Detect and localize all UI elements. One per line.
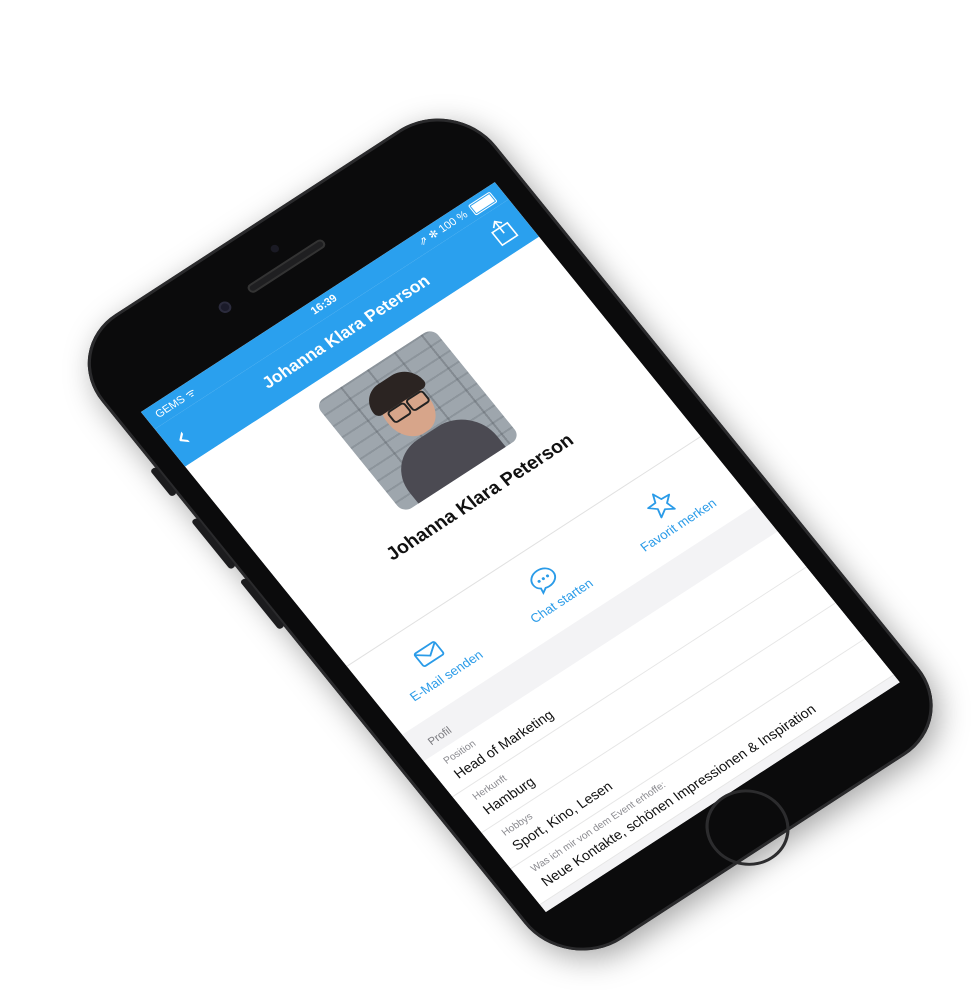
phone-device: GEMS ᯤ 16:39 ⇗ ✻ 100 % ‹ Johanna Klara P… <box>60 94 961 976</box>
proximity-sensor <box>268 243 281 254</box>
volume-down-button <box>239 577 285 630</box>
chevron-left-icon[interactable]: ‹ <box>166 421 198 455</box>
earpiece-speaker <box>245 237 328 295</box>
front-camera <box>216 299 234 316</box>
silent-switch <box>149 466 178 498</box>
share-icon[interactable] <box>485 215 520 247</box>
volume-up-button <box>191 517 237 570</box>
chat-button[interactable]: Chat starten <box>505 549 596 626</box>
